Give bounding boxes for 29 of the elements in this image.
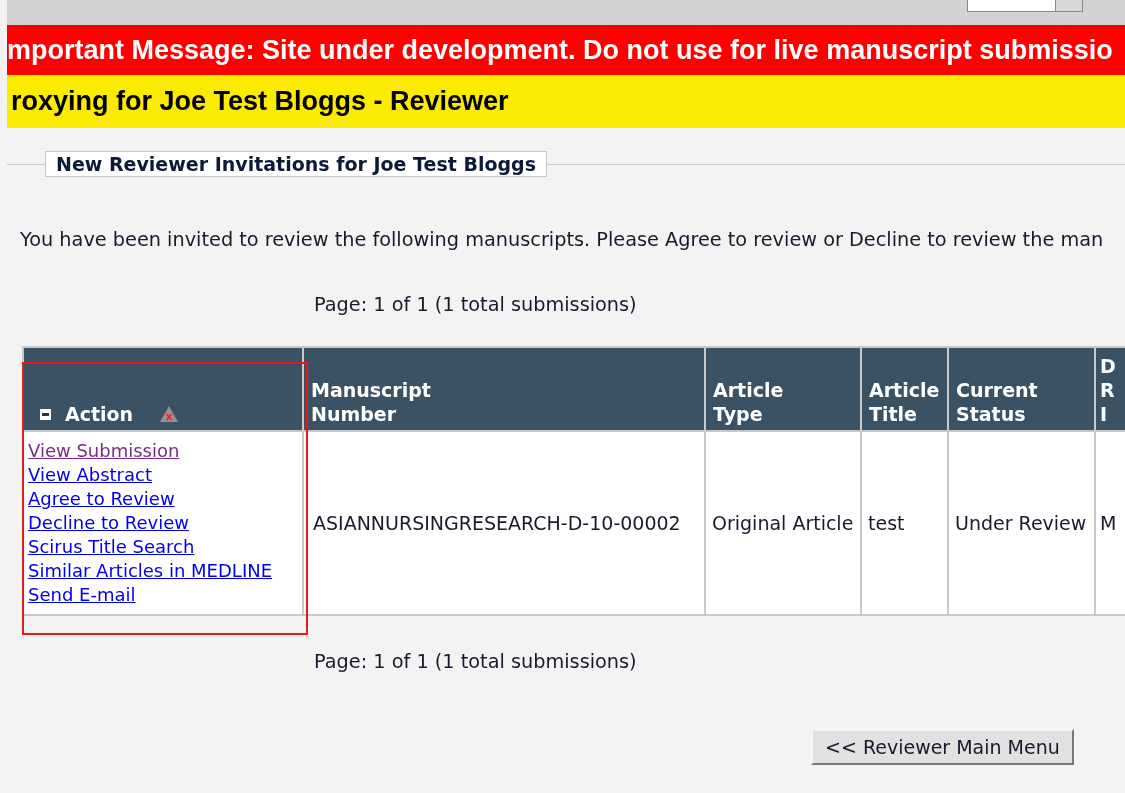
section-title: New Reviewer Invitations for Joe Test Bloggs	[45, 151, 547, 177]
action-link[interactable]: Scirus Title Search	[28, 535, 195, 559]
page-info: Page: 1 of 1 (1 total submissions)	[314, 293, 638, 316]
column-label: Action	[65, 403, 134, 425]
column-header: Article Type	[713, 379, 784, 425]
alert-message: mportant Message: Site under development. Do not use for live manuscript submissio	[7, 34, 1113, 66]
action-link[interactable]: View Submission	[28, 439, 180, 463]
column-header: Article Title	[869, 379, 940, 425]
dropdown-field[interactable]	[967, 0, 1083, 12]
action-link[interactable]: Decline to Review	[28, 511, 190, 535]
table-cell: ASIANNURSINGRESEARCH-D-10-00002	[313, 512, 681, 534]
table-cell: Under Review	[955, 512, 1087, 534]
table-cell: test	[868, 512, 905, 534]
action-link[interactable]: Similar Articles in MEDLINE	[28, 559, 273, 583]
warning-icon	[159, 405, 180, 423]
action-link[interactable]: Agree to Review	[28, 487, 175, 511]
main-menu-button[interactable]: << Reviewer Main Menu	[811, 729, 1074, 765]
collapse-icon[interactable]	[40, 408, 51, 420]
page-info: Page: 1 of 1 (1 total submissions)	[314, 650, 638, 673]
dropdown-button[interactable]	[1055, 0, 1082, 11]
action-link[interactable]: View Abstract	[28, 463, 152, 487]
column-header: Current Status	[956, 379, 1038, 425]
intro-text: You have been invited to review the following manuscripts. Please Agree to review or Decline to review the man	[20, 228, 1105, 251]
proxy-message: roxying for Joe Test Bloggs - Reviewer	[11, 86, 509, 117]
column-header: Manuscript Number	[311, 379, 431, 425]
table-cell: Original Article	[712, 512, 854, 534]
column-header: D R I	[1100, 355, 1116, 425]
action-link[interactable]: Send E-mail	[28, 583, 136, 607]
table-cell: M	[1100, 512, 1117, 534]
